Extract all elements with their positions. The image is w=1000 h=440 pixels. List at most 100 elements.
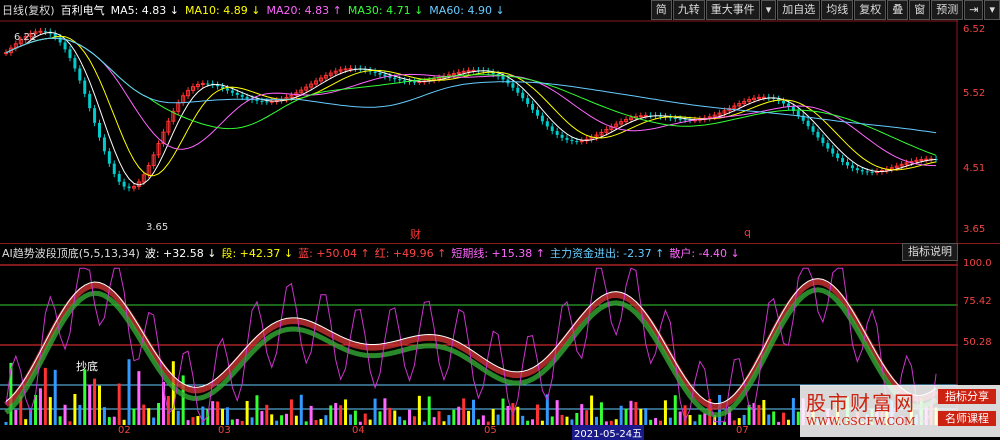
toolbar-button-10[interactable]: ⇥ [964,0,984,20]
capital-bar [329,405,333,425]
price-tick-low: 4.51 [963,163,986,174]
candle-body [836,153,840,159]
candle-body [555,131,559,135]
teacher-course-badge[interactable]: 名师课程 [938,411,996,426]
candle-body [511,83,515,88]
candle-body [240,94,244,97]
indicator-help-button[interactable]: 指标说明 [902,243,958,261]
capital-bar [285,413,288,425]
capital-bar [501,398,505,425]
capital-bar [506,405,510,425]
candle-body [535,109,539,116]
capital-bar [703,413,707,425]
toolbar-button-6[interactable]: 复权 [854,0,887,20]
toolbar-button-9[interactable]: 预测 [931,0,964,20]
candle-body [255,99,259,101]
candle-body [393,77,397,80]
price-tick-mid: 5.52 [963,88,986,99]
toolbar-button-2[interactable]: 重大事件 [705,0,760,20]
capital-bar [289,399,293,425]
ma-value-4: MA60: 4.90 ↓ [429,3,505,17]
candle-body [63,42,67,50]
candle-body [865,171,869,173]
capital-bar [24,419,28,425]
indicator-value-0: 波: +32.58 ↓ [144,247,217,260]
capital-bar [383,398,387,425]
toolbar-button-8[interactable]: 窗 [909,0,931,20]
date-tick: 02 [118,425,131,436]
capital-bar [447,415,451,425]
capital-bar [14,409,18,425]
capital-bar [476,419,480,425]
capital-bar [599,402,603,425]
candle-body [225,88,229,91]
capital-bar [58,416,62,425]
indicator-value-6: 散户: -4.40 ↓ [669,247,740,260]
indicator-name[interactable]: AI趋势波段顶底(5,5,13,34) [2,245,140,261]
capital-bar [417,395,421,425]
candle-body [638,115,643,118]
capital-bar [260,411,264,425]
candle-body [200,83,205,86]
indicator-share-badge[interactable]: 指标分享 [938,389,996,404]
candle-body [102,137,106,152]
capital-bar [132,408,136,425]
candle-body [683,119,687,121]
ma-list: MA5: 4.83 ↓ MA10: 4.89 ↓ MA20: 4.83 ↑ MA30:… [111,4,511,17]
capital-bar [324,415,328,425]
capital-bar [772,411,776,425]
capital-bar [348,414,352,425]
capital-bar [314,420,318,425]
capital-bar [43,367,47,425]
price-tick-bottom: 3.65 [963,224,986,235]
capital-bar [63,404,67,425]
candle-body [127,186,131,189]
indicator-value-2: 蓝: +50.04 ↑ [298,247,370,260]
capital-bar [649,419,653,425]
candle-body [841,158,845,163]
capital-bar [560,414,564,425]
toolbar-button-4[interactable]: 加自选 [777,0,821,20]
capital-bar [412,416,416,425]
capital-bar [102,407,106,425]
capital-bar [737,418,741,425]
capital-bar [304,421,308,425]
candle-body [230,90,234,93]
candle-body [117,174,121,182]
candle-body [919,159,924,162]
toolbar-button-5[interactable]: 均线 [821,0,854,20]
candle-body [531,103,535,110]
candle-body [107,151,111,164]
ind-tick-100: 100.0 [963,258,992,269]
candle-body [516,87,520,93]
finance-marker[interactable]: 财 [410,226,421,242]
q-marker[interactable]: q [744,226,751,239]
capital-bar [673,395,677,425]
capital-bar [698,414,702,425]
candle-body [540,115,544,122]
capital-bar [457,406,461,425]
capital-bar [38,388,42,425]
toolbar-button-11[interactable]: ▾ [984,0,1000,20]
toolbar-button-3[interactable]: ▾ [760,0,777,20]
capital-bar [388,407,392,425]
indicator-header: AI趋势波段顶底(5,5,13,34) 波: +32.58 ↓ 段: +42.37… [0,243,1000,262]
period-label[interactable]: 日线(复权) [2,2,55,18]
toolbar-button-1[interactable]: 九转 [672,0,705,20]
low-price-label: 3.65 [146,222,169,233]
capital-bar [668,417,672,425]
indicator-value-3: 红: +49.96 ↑ [374,247,447,260]
ma-line-5 [5,31,937,186]
candle-body [260,100,264,102]
capital-bar [275,420,279,425]
candle-body [846,162,849,166]
capital-bar [112,416,116,425]
candle-body [821,137,825,144]
capital-bar [98,385,101,425]
ma-line-60 [5,37,937,134]
toolbar-button-7[interactable]: 叠 [887,0,909,20]
toolbar-button-0[interactable]: 简 [650,0,672,20]
candle-body [73,58,77,69]
capital-bar [742,414,746,425]
candle-body [855,168,859,171]
